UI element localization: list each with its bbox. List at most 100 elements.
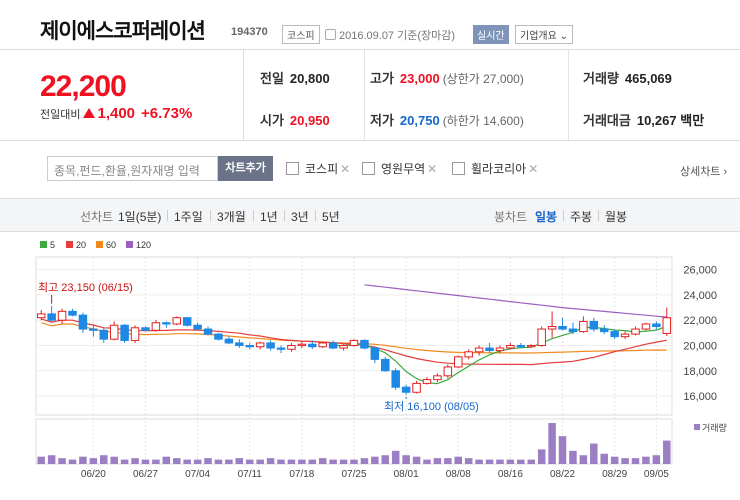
volume-bar <box>100 455 108 464</box>
company-info-dropdown[interactable]: 기업개요 ⌄ <box>515 25 573 44</box>
candle-body <box>182 317 192 326</box>
candle-body <box>610 331 619 338</box>
candle-body <box>579 320 588 333</box>
volume-bar <box>329 459 337 464</box>
calendar-icon <box>325 29 336 40</box>
ma120-line <box>364 284 667 318</box>
divider <box>210 210 211 221</box>
candle-body <box>255 342 265 348</box>
compare-checkbox-kospi[interactable]: 코스피 ✕ <box>286 160 350 177</box>
compare-checkbox-youngone[interactable]: 영원무역 ✕ <box>362 160 437 177</box>
volume-bar <box>141 459 150 464</box>
y-tick-label: 22,000 <box>683 315 717 327</box>
volume-bar <box>537 449 546 464</box>
checkbox-icon[interactable] <box>286 162 299 175</box>
remove-icon[interactable]: ✕ <box>427 162 437 176</box>
stat-low: 저가 20,750 (하한가 14,600) <box>370 113 524 128</box>
y-tick-label: 20,000 <box>683 340 717 352</box>
candle-weekly[interactable]: 주봉 <box>570 208 592 225</box>
candle-body <box>568 328 578 333</box>
legend-ma20: 20 <box>66 240 86 250</box>
candle-body <box>631 328 640 335</box>
volume-bar <box>558 436 567 464</box>
candle-body <box>297 343 307 346</box>
candle-body <box>652 323 661 328</box>
x-tick-label: 07/11 <box>238 469 263 480</box>
candle-body <box>130 327 140 341</box>
compare-checkbox-fila[interactable]: 휠라코리아 ✕ <box>452 160 538 177</box>
legend-ma120: 120 <box>126 240 151 250</box>
divider <box>284 210 285 221</box>
volume-bar <box>47 455 56 464</box>
volume-bar <box>162 456 171 464</box>
candle-body <box>589 320 599 330</box>
stat-prev-close: 전일 20,800 <box>260 71 330 86</box>
divider <box>598 210 599 221</box>
candle-monthly[interactable]: 월봉 <box>605 208 627 225</box>
period-1y[interactable]: 1년 <box>260 208 278 225</box>
divider <box>315 210 316 221</box>
candle-body <box>235 342 244 346</box>
checkbox-icon[interactable] <box>362 162 375 175</box>
candle-body <box>495 347 505 352</box>
candle-body <box>109 324 119 340</box>
volume-bar <box>225 459 233 464</box>
remove-icon[interactable]: ✕ <box>340 162 350 176</box>
volume-bar <box>548 423 556 464</box>
stock-name: 제이에스코퍼레이션 <box>40 20 206 43</box>
x-tick-label: 08/22 <box>550 469 575 480</box>
candle-body <box>370 347 380 360</box>
volume-bar <box>245 459 254 464</box>
x-tick-label: 08/29 <box>602 469 627 480</box>
change-amount: 1,400 <box>97 105 136 122</box>
remove-icon[interactable]: ✕ <box>528 162 538 176</box>
high-annotation: 최고 23,150 (06/15) <box>38 281 133 294</box>
divider <box>167 210 168 221</box>
stat-high: 고가 23,000 (상한가 27,000) <box>370 71 524 86</box>
x-tick-label: 09/05 <box>644 469 669 480</box>
volume-bar <box>579 455 588 464</box>
volume-bar <box>433 458 442 464</box>
stat-amount: 거래대금 10,267 백만 <box>583 113 705 128</box>
volume-bar <box>444 458 452 464</box>
period-3y[interactable]: 3년 <box>291 208 309 225</box>
y-tick-label: 24,000 <box>683 290 717 302</box>
change-label: 전일대비 <box>40 109 81 121</box>
detail-chart-link[interactable]: 상세차트 › <box>680 163 727 179</box>
candle-body <box>151 322 161 331</box>
period-1w[interactable]: 1주일 <box>174 208 203 225</box>
candle-daily[interactable]: 일봉 <box>535 208 557 225</box>
period-1d[interactable]: 1일(5분) <box>118 208 161 225</box>
x-tick-label: 07/04 <box>185 469 210 480</box>
company-info-label: 기업개요 <box>520 31 557 42</box>
realtime-button[interactable]: 실시간 <box>473 25 509 44</box>
volume-bar <box>89 458 98 464</box>
candle-body <box>422 379 432 384</box>
volume-bar <box>600 453 608 464</box>
volume-bar <box>256 459 264 464</box>
legend-swatch <box>40 241 47 248</box>
add-chart-button[interactable]: 차트추가 <box>218 156 273 181</box>
volume-bar <box>454 456 463 464</box>
volume-bar <box>110 456 118 464</box>
volume-bar <box>68 459 77 464</box>
stat-volume: 거래량 465,069 <box>583 71 672 86</box>
candle-body <box>620 333 630 338</box>
legend-ma5: 5 <box>40 240 55 250</box>
candle-body <box>506 344 515 349</box>
volume-legend-swatch <box>694 424 700 430</box>
period-3m[interactable]: 3개월 <box>217 208 246 225</box>
candlestick-chart[interactable]: 26,000 24,000 22,000 20,000 18,000 16,000 06/2… <box>0 253 740 500</box>
compare-search-input[interactable]: 종목,펀드,환율,원자재명 입력 <box>47 156 218 181</box>
price-change: 전일대비 1,400 +6.73% <box>40 105 192 122</box>
period-5y[interactable]: 5년 <box>322 208 340 225</box>
candle-body <box>381 358 390 372</box>
change-percent: +6.73% <box>141 105 193 122</box>
volume-bar <box>204 458 212 464</box>
candle-body <box>464 351 473 358</box>
candle-body <box>99 329 109 340</box>
checkbox-icon[interactable] <box>452 162 465 175</box>
candle-body <box>662 317 672 334</box>
volume-bar <box>527 459 535 464</box>
volume-bar <box>339 459 348 464</box>
